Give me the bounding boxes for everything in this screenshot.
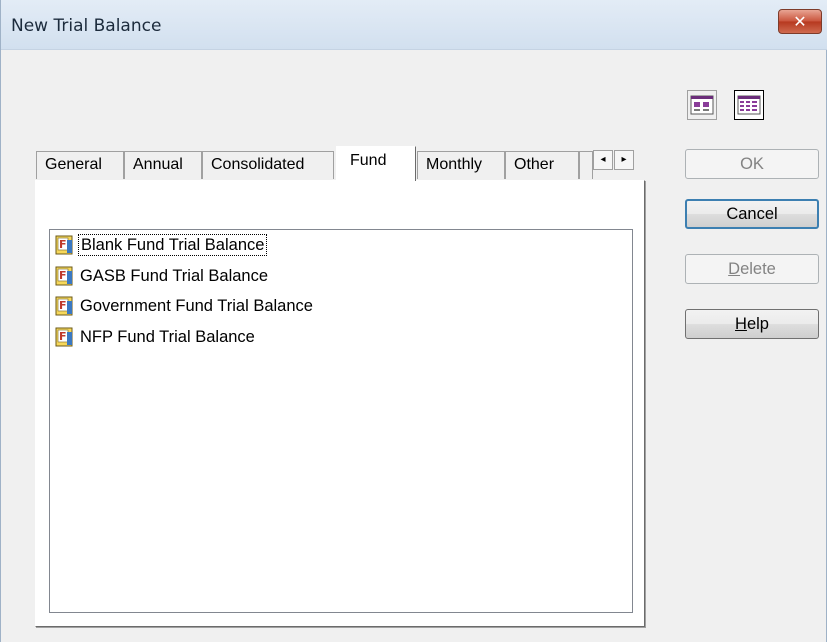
- cancel-button[interactable]: Cancel: [685, 199, 819, 229]
- fund-template-icon: F: [55, 296, 73, 316]
- tab-fund[interactable]: Fund: [336, 146, 416, 181]
- details-view-button[interactable]: [734, 90, 764, 120]
- tab-annual[interactable]: Annual: [124, 151, 202, 179]
- tab-general[interactable]: General: [36, 151, 124, 179]
- fund-template-icon: F: [55, 235, 73, 255]
- dialog-window: New Trial Balance ✕ General Annual Conso…: [0, 0, 827, 642]
- fund-template-icon: F: [55, 327, 73, 347]
- help-mnemonic: H: [735, 315, 747, 333]
- close-icon: ✕: [793, 12, 807, 31]
- large-icons-view-button[interactable]: [687, 90, 717, 120]
- window-title: New Trial Balance: [11, 16, 162, 36]
- details-view-icon: [737, 95, 761, 115]
- tab-scroll-right-button[interactable]: ▸: [614, 150, 634, 170]
- svg-text:F: F: [59, 330, 67, 343]
- delete-button[interactable]: Delete: [685, 254, 819, 284]
- list-item-label: Blank Fund Trial Balance: [78, 234, 268, 256]
- help-label-rest: elp: [746, 315, 769, 333]
- delete-label-rest: elete: [740, 260, 776, 278]
- tab-other[interactable]: Other: [505, 151, 579, 179]
- svg-text:F: F: [59, 238, 67, 251]
- ok-button[interactable]: OK: [685, 149, 819, 179]
- template-list[interactable]: F Blank Fund Trial Balance F GASB Fund T…: [49, 229, 633, 613]
- tab-partial[interactable]: [579, 151, 593, 179]
- close-button[interactable]: ✕: [778, 9, 822, 34]
- tab-monthly[interactable]: Monthly: [417, 151, 505, 179]
- svg-text:F: F: [59, 269, 67, 282]
- list-item-label: Government Fund Trial Balance: [80, 297, 313, 315]
- help-button[interactable]: Help: [685, 309, 819, 339]
- tab-scroll-control: ◂ ▸: [593, 149, 637, 173]
- delete-mnemonic: D: [728, 260, 741, 278]
- title-bar[interactable]: New Trial Balance ✕: [1, 0, 827, 50]
- svg-text:F: F: [59, 299, 67, 312]
- list-item-label: GASB Fund Trial Balance: [80, 267, 269, 285]
- tab-scroll-left-button[interactable]: ◂: [593, 150, 613, 170]
- large-icons-view-icon: [690, 95, 714, 115]
- list-item-label: NFP Fund Trial Balance: [80, 328, 255, 346]
- fund-template-icon: F: [55, 266, 73, 286]
- tab-consolidated[interactable]: Consolidated: [202, 151, 334, 179]
